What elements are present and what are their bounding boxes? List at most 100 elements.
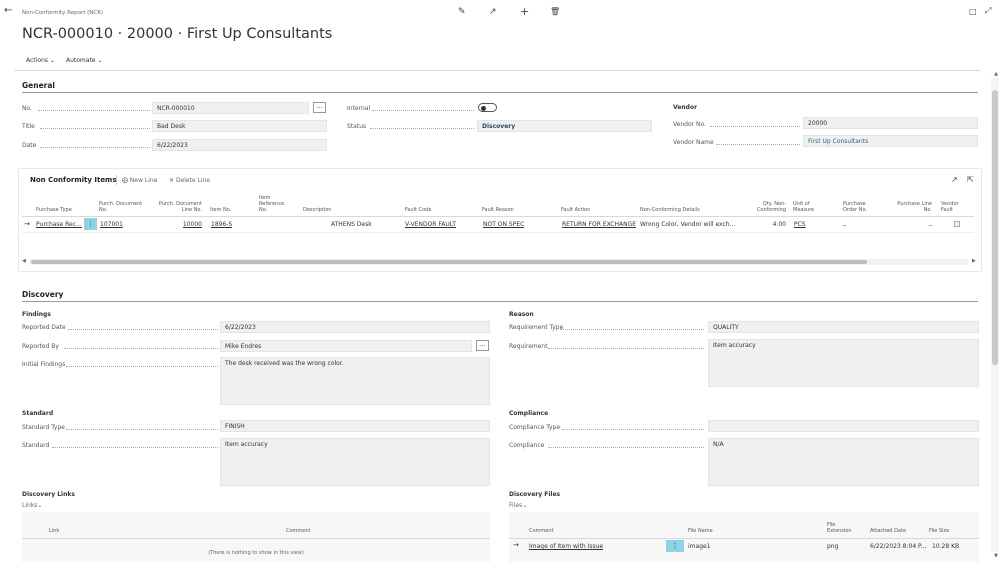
files-panel (509, 512, 979, 562)
compliance-type-field[interactable] (708, 420, 979, 432)
items-scrollbar-thumb[interactable] (31, 260, 867, 264)
internal-toggle[interactable] (478, 103, 497, 112)
cell-purchase-type[interactable]: Purchase Rec... (36, 221, 82, 228)
files-cell-file-name[interactable]: image1 (688, 543, 711, 550)
files-row-arrow-icon: → (513, 541, 519, 549)
cell-description[interactable]: ATHENS Desk (331, 221, 372, 228)
share-icon[interactable]: ↗ (489, 7, 497, 17)
links-menu[interactable]: Links⌄ (22, 502, 42, 509)
page-scroll-down-icon[interactable]: ▼ (994, 553, 998, 559)
standard-type-field[interactable]: FINISH (220, 420, 490, 432)
findings-heading: Findings (22, 311, 51, 318)
date-field[interactable]: 6/22/2023 (152, 139, 327, 151)
edit-icon[interactable]: ✎ (458, 7, 466, 17)
row-menu-button[interactable]: ⋮ (84, 218, 97, 230)
reported-by-field[interactable]: Mike Endres (220, 340, 472, 352)
col-description[interactable]: Description (303, 207, 331, 213)
col-po-no[interactable]: Purchase Order No. (843, 201, 881, 213)
cell-fault-reason[interactable]: NOT ON SPEC (483, 221, 524, 228)
files-cell-comment[interactable]: Image of Item with Issue (529, 543, 603, 550)
col-fault-action[interactable]: Fault Action (561, 207, 590, 213)
reported-date-field[interactable]: 6/22/2023 (220, 321, 490, 333)
delete-icon[interactable]: 🗑 (550, 7, 560, 16)
page-scrollbar-thumb[interactable] (992, 90, 998, 365)
back-arrow-icon[interactable]: ← (4, 5, 12, 16)
items-heading-separator (116, 175, 117, 185)
reported-date-label: Reported Date (22, 324, 66, 331)
delete-line-icon: ✕ (169, 177, 175, 184)
files-col-size[interactable]: File Size (929, 528, 949, 534)
col-item-no[interactable]: Item No. (210, 207, 231, 213)
standard-field[interactable]: Item accuracy (220, 438, 490, 486)
page-scrollbar[interactable] (991, 78, 999, 552)
action-menu-automate[interactable]: Automate ⌄ (66, 57, 102, 64)
files-col-attached-date[interactable]: Attached Date (870, 528, 906, 534)
vendor-name-field[interactable]: First Up Consultants (803, 135, 978, 147)
initial-findings-field[interactable]: The desk received was the wrong color. (220, 357, 490, 405)
files-row-menu-button[interactable]: ⋮ (666, 540, 684, 552)
open-new-window-icon[interactable]: □ (969, 7, 977, 16)
vendor-no-field[interactable]: 20000 (803, 117, 978, 129)
discovery-files-heading: Discovery Files (509, 491, 561, 498)
items-scroll-left-icon[interactable]: ◀ (22, 258, 26, 264)
page-scroll-up-icon[interactable]: ▲ (994, 71, 998, 77)
no-field[interactable]: NCR-000010 (152, 102, 309, 114)
links-col-link[interactable]: Link (49, 528, 59, 534)
col-uom[interactable]: Unit of Measure (793, 201, 823, 213)
col-purchase-type[interactable]: Purchase Type (36, 207, 72, 213)
items-share-icon[interactable]: ↗ (951, 175, 958, 184)
requirement-type-field[interactable]: QUALITY (708, 321, 979, 333)
col-line-no[interactable]: Purch. Document Line No. (152, 201, 202, 213)
no-assist-button[interactable]: … (313, 102, 326, 113)
col-doc-no[interactable]: Purch. Document No. (99, 201, 149, 213)
files-col-comment[interactable]: Comment (529, 528, 554, 534)
items-expand-icon[interactable]: ⇱ (967, 175, 974, 184)
files-menu[interactable]: Files⌄ (509, 502, 527, 509)
action-menu-actions[interactable]: Actions ⌄ (26, 57, 55, 64)
standard-type-dots (66, 429, 218, 430)
cell-fault-code[interactable]: V-VENDOR FAULT (405, 221, 456, 228)
files-cell-size[interactable]: 10.28 KB (932, 543, 959, 550)
cell-po-no[interactable]: _ (843, 219, 846, 226)
requirement-label: Requirement (509, 343, 548, 350)
items-panel (18, 168, 982, 272)
reported-by-assist-button[interactable]: … (476, 340, 489, 351)
compliance-heading: Compliance (509, 410, 549, 417)
cell-fault-action[interactable]: RETURN FOR EXCHANGE (562, 221, 638, 228)
files-col-extension[interactable]: File Extension (827, 522, 853, 534)
cell-item-no[interactable]: 1896-S (211, 221, 232, 228)
compliance-field[interactable]: N/A (708, 438, 979, 486)
cell-details[interactable]: Wrong Color, Vendor will exch... (640, 221, 744, 228)
general-divider (22, 92, 978, 93)
cell-doc-no[interactable]: 107001 (100, 221, 123, 228)
col-qty[interactable]: Qty. Non-Conforming (748, 201, 786, 213)
initial-findings-label: Initial Findings (22, 361, 66, 368)
cell-line-no[interactable]: 10000 (162, 221, 202, 228)
files-cell-extension[interactable]: png (827, 543, 838, 550)
links-menu-label: Links (22, 502, 38, 509)
new-icon[interactable]: + (520, 5, 529, 18)
requirement-field[interactable]: Item accuracy (708, 339, 979, 387)
files-header-divider (509, 538, 979, 539)
files-cell-date[interactable]: 6/22/2023 8:04 P... (870, 543, 926, 550)
new-line-button[interactable]: ⨁ New Line (122, 177, 157, 184)
col-details[interactable]: Non-Conforming Details (640, 207, 700, 213)
cell-uom[interactable]: PCS (794, 221, 806, 228)
reason-heading: Reason (509, 311, 534, 318)
cell-po-line[interactable]: _ (918, 219, 932, 226)
col-po-line[interactable]: Purchase Line No. (890, 201, 932, 213)
no-label: No. (22, 105, 32, 112)
expand-icon[interactable]: ⤢ (985, 6, 991, 16)
title-field[interactable]: Bad Desk (152, 120, 327, 132)
items-scroll-right-icon[interactable]: ▶ (972, 258, 976, 264)
col-fault-reason[interactable]: Fault Reason (482, 207, 514, 213)
links-col-comment[interactable]: Comment (286, 528, 311, 534)
status-field[interactable]: Discovery (477, 120, 652, 132)
cell-vendor-fault-checkbox[interactable] (954, 221, 960, 227)
cell-qty[interactable]: 4.00 (750, 221, 786, 228)
delete-line-button[interactable]: ✕ Delete Line (169, 177, 210, 184)
files-col-file-name[interactable]: File Name (688, 528, 713, 534)
col-item-ref[interactable]: Item Reference No. (259, 195, 289, 213)
col-fault-code[interactable]: Fault Code (405, 207, 431, 213)
col-vendor-fault[interactable]: Vendor Fault (941, 201, 965, 213)
